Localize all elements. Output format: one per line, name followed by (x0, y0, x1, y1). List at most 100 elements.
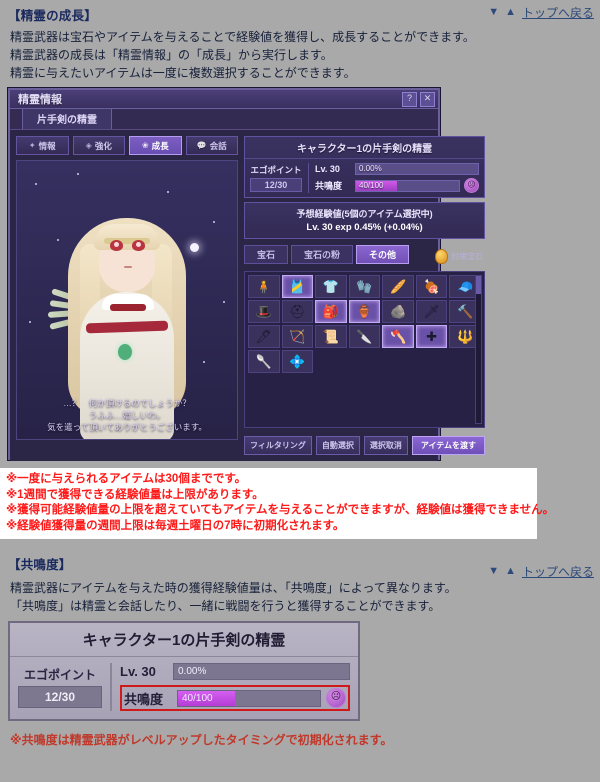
level-bar-line: Lv. 30 0.00% (315, 163, 480, 175)
item-slot[interactable]: 👕 (315, 275, 347, 298)
growth-desc-line-3: 精霊に与えたいアイテムは一度に複数選択することができます。 (10, 66, 356, 80)
tab-onehand-sword-spirit[interactable]: 片手剣の精霊 (22, 107, 112, 129)
close-icon[interactable]: ✕ (420, 92, 435, 107)
filter-button[interactable]: フィルタリング (244, 436, 312, 455)
scroll-down-icon[interactable]: ▼ (488, 7, 499, 18)
item-slot[interactable]: 🎒 (315, 300, 347, 323)
item-slot[interactable]: 🧍 (248, 275, 280, 298)
game-window-spirit-info: 精霊情報 ? ✕ 片手剣の精霊 ✦ 情報 ◈ 強化 ❀ 成長 💬 会話 …？ 何… (8, 88, 486, 461)
dialog-line-3: 気を遣って頂いてありがとうございます。 (47, 422, 207, 432)
window-tabbar: 片手剣の精霊 (10, 107, 438, 130)
resonance-progress-value: 40/100 (359, 180, 384, 190)
item-slot[interactable]: 🧤 (348, 275, 381, 298)
help-icon[interactable]: ? (402, 92, 417, 107)
window-titlebar: 精霊情報 ? ✕ (10, 90, 438, 109)
gem-coin-icon (435, 249, 449, 264)
item-slot[interactable]: 🏹 (281, 325, 314, 348)
notice-line-2: ※1週間で獲得できる経験値量は上限があります。 (6, 488, 264, 501)
footer-note: ※共鳴度は精霊武器がレベルアップしたタイミングで初期化されます。 (10, 733, 393, 747)
section-nav: ▼ ▲ トップへ戻る (488, 4, 594, 21)
mode-label-enhance: 強化 (94, 140, 112, 151)
section-header-resonance: 【共鳴度】 ▼ ▲ トップへ戻る (0, 549, 600, 579)
panel-resonance-bar: 40/100 (177, 689, 321, 707)
star-icon (203, 361, 205, 363)
expected-exp-card: 予想経験値(5個のアイテム選択中) Lv. 30 exp 0.45% (+0.0… (244, 202, 486, 239)
notice-line-4: ※経験値獲得量の週間上限は毎週土曜日の7時に初期化されます。 (6, 519, 345, 532)
resonance-bar-line: 共鳴度 40/100 ☹ (315, 178, 480, 193)
window-title: 精霊情報 (18, 94, 62, 106)
item-grid-scrollbar[interactable] (475, 275, 483, 424)
resonance-desc-line-2: 「共鳴度」は精霊と会話したり、一緒に戦闘を行うと獲得することができます。 (10, 599, 441, 613)
currency-counter: 封魔宝石 (435, 249, 485, 264)
item-slot[interactable]: 🍖 (415, 275, 448, 298)
level-progress-value: 0.00% (359, 164, 382, 173)
panel-bars: Lv. 30 0.00% 共鳴度 40/100 ☹ (120, 663, 350, 711)
item-grid[interactable]: 🧍 🎽 👕 🧤 🥖 🍖 🧢 🎩 ⛑ 🎒 🏺 🪨 🗡 🔨 🖊 🏹 📜 🔪 🪓 ✚ 🔱 🥄 💠 (244, 271, 486, 428)
star-icon (167, 191, 169, 193)
notice-box: ※一度に与えられるアイテムは30個までです。 ※1週間で獲得できる経験値量は上限… (0, 468, 554, 539)
resonance-panel-row: エゴポイント 12/30 Lv. 30 0.00% 共鳴度 40/100 ☹ (10, 657, 358, 719)
panel-level-bar: 0.00% (173, 663, 350, 680)
scrollbar-thumb[interactable] (476, 276, 482, 294)
panel-ego-label: エゴポイント (23, 668, 96, 682)
item-slot[interactable]: ⛑ (281, 300, 314, 323)
mode-button-talk[interactable]: 💬 会話 (185, 136, 238, 155)
vertical-divider (308, 163, 309, 193)
mode-label-talk: 会話 (209, 140, 227, 151)
resonance-desc-line-1: 精霊武器にアイテムを与えた時の獲得経験値量は、「共鳴度」によって異なります。 (10, 581, 457, 595)
status-card: キャラクター1の片手剣の精霊 エゴポイント 12/30 Lv. 30 0.00%… (244, 136, 486, 198)
item-tab-gem-powder[interactable]: 宝石の粉 (291, 245, 354, 264)
item-slot[interactable]: 🏺 (348, 300, 381, 323)
item-slot[interactable]: 🪓 (382, 325, 414, 348)
character-dialog: …？ 何か頂けるのでしょうか？ うふふ…嬉しいわ。 気を遣って頂いてありがとうご… (17, 397, 237, 433)
item-tab-others[interactable]: その他 (356, 245, 410, 264)
action-button-row: フィルタリング 自動選択 選択取消 アイテムを渡す (244, 436, 486, 455)
mode-label-info: 情報 (38, 140, 56, 151)
item-slot[interactable]: 🔪 (348, 325, 381, 348)
panel-level-line: Lv. 30 0.00% (120, 663, 350, 680)
ego-point-block: エゴポイント 12/30 (250, 164, 302, 192)
growth-desc-line-1: 精霊武器は宝石やアイテムを与えることで経験値を獲得し、成長することができます。 (10, 30, 475, 44)
panel-resonance-value: 40/100 (182, 692, 213, 704)
item-tab-gems[interactable]: 宝石 (244, 245, 289, 264)
panel-level-label: Lv. 30 (120, 664, 156, 679)
give-item-button[interactable]: アイテムを渡す (411, 436, 486, 455)
back-to-top-link[interactable]: トップへ戻る (522, 563, 594, 580)
level-label: Lv. 30 (315, 164, 340, 174)
sad-face-icon[interactable]: ☹ (464, 178, 480, 193)
item-slot[interactable]: 🥖 (382, 275, 414, 298)
scroll-up-icon[interactable]: ▲ (505, 566, 516, 577)
mode-label-growth: 成長 (151, 140, 169, 151)
item-slot[interactable]: 🎩 (248, 300, 280, 323)
talk-icon: 💬 (196, 141, 207, 150)
sad-face-icon[interactable]: ☹ (326, 688, 346, 708)
star-icon (77, 173, 79, 175)
panel-ego-block: エゴポイント 12/30 (18, 666, 102, 708)
cancel-selection-button[interactable]: 選択取消 (363, 436, 408, 455)
item-slot[interactable]: ✚ (415, 325, 448, 348)
item-slot[interactable]: 🗡 (415, 300, 448, 323)
status-stats-row: エゴポイント 12/30 Lv. 30 0.00% 共鳴度 40/100 ☹ (245, 159, 484, 197)
star-icon (35, 183, 37, 185)
back-to-top-link[interactable]: トップへ戻る (522, 4, 594, 21)
item-slot[interactable]: 🥄 (248, 350, 280, 373)
scroll-up-icon[interactable]: ▲ (505, 7, 516, 18)
window-body: ✦ 情報 ◈ 強化 ❀ 成長 💬 会話 …？ 何か頂けるのでしょうか？ うふふ…… (10, 130, 486, 461)
window-controls: ? ✕ (402, 92, 435, 107)
right-column: キャラクター1の片手剣の精霊 エゴポイント 12/30 Lv. 30 0.00%… (244, 136, 486, 455)
item-slot[interactable]: 💠 (281, 350, 314, 373)
auto-select-button[interactable]: 自動選択 (315, 436, 360, 455)
mode-button-growth[interactable]: ❀ 成長 (129, 136, 182, 155)
mode-button-enhance[interactable]: ◈ 強化 (72, 136, 125, 155)
scroll-down-icon[interactable]: ▼ (488, 566, 499, 577)
star-icon (29, 321, 31, 323)
left-column: ✦ 情報 ◈ 強化 ❀ 成長 💬 会話 …？ 何か頂けるのでしょうか？ うふふ…… (16, 136, 238, 455)
item-slot[interactable]: 📜 (315, 325, 347, 348)
item-slot[interactable]: 🎽 (281, 275, 314, 298)
ego-point-label: エゴポイント (250, 165, 302, 175)
item-slot[interactable]: 🪨 (382, 300, 414, 323)
mode-button-info[interactable]: ✦ 情報 (16, 136, 69, 155)
level-progress-bar: 0.00% (355, 163, 480, 175)
page-title: 【精霊の成長】 (8, 9, 97, 23)
item-slot[interactable]: 🖊 (248, 325, 280, 348)
